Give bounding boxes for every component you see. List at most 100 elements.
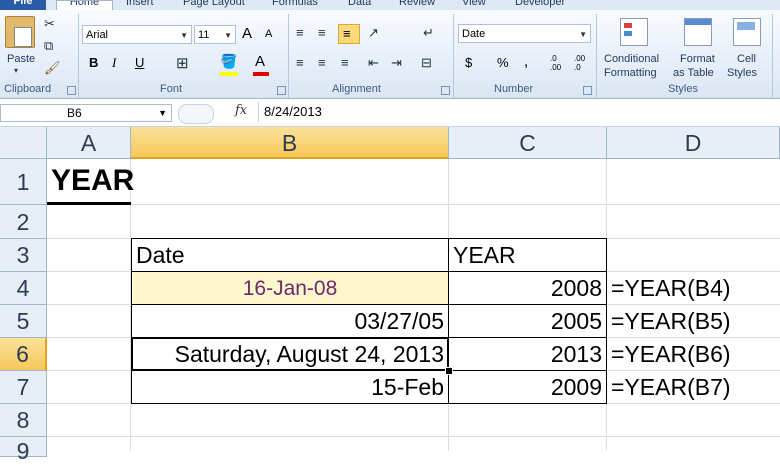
cell-a1[interactable]: YEAR xyxy=(51,161,134,201)
align-right-icon[interactable]: ≡ xyxy=(341,55,349,70)
column-header-d[interactable]: D xyxy=(607,127,780,159)
fill-handle[interactable] xyxy=(445,367,453,375)
tab-data[interactable]: Data xyxy=(348,0,371,8)
decrease-decimal-button[interactable]: .00 .0 xyxy=(574,54,592,72)
formula-bar-expander[interactable] xyxy=(178,104,214,124)
font-size-select[interactable]: 11 ▼ xyxy=(194,25,236,44)
row-header-3[interactable]: 3 xyxy=(0,239,47,272)
alignment-group-label: Alignment xyxy=(332,83,381,95)
tab-formulas[interactable]: Formulas xyxy=(272,0,318,8)
group-divider xyxy=(78,14,79,98)
row-header-7[interactable]: 7 xyxy=(0,371,47,404)
alignment-launcher-icon[interactable] xyxy=(441,86,450,95)
select-all-corner[interactable] xyxy=(0,127,47,159)
cell-d5[interactable]: =YEAR(B5) xyxy=(611,305,731,338)
tab-page-layout[interactable]: Page Layout xyxy=(183,0,245,8)
font-size-value: 11 xyxy=(198,29,210,41)
cell-styles-label-1[interactable]: Cell xyxy=(737,53,756,65)
orientation-icon[interactable]: ↗ xyxy=(368,25,379,41)
cell-d6[interactable]: =YEAR(B6) xyxy=(611,338,731,371)
decrease-indent-icon[interactable]: ⇤ xyxy=(368,55,379,71)
cell-b7[interactable]: 15-Feb xyxy=(132,371,448,404)
italic-button[interactable]: I xyxy=(112,55,116,71)
tab-insert[interactable]: Insert xyxy=(126,0,154,8)
increase-decimal-button[interactable]: .0 .00 xyxy=(550,54,568,72)
comma-button[interactable]: , xyxy=(524,53,528,70)
tab-file[interactable]: File xyxy=(0,0,46,10)
paste-icon[interactable] xyxy=(5,16,35,48)
conditional-formatting-label-2[interactable]: Formatting xyxy=(604,67,657,79)
font-name-select[interactable]: Arial ▼ xyxy=(82,25,192,44)
increase-indent-icon[interactable]: ⇥ xyxy=(391,55,402,71)
underline-button[interactable]: U xyxy=(135,55,144,70)
cell-styles-icon[interactable] xyxy=(733,18,761,46)
column-header-b[interactable]: B xyxy=(131,127,449,159)
row-header-5[interactable]: 5 xyxy=(0,305,47,338)
currency-button[interactable]: $ xyxy=(465,55,472,70)
cell-b3[interactable]: Date xyxy=(132,239,448,272)
gridline xyxy=(47,204,780,205)
cell-c5[interactable]: 2005 xyxy=(449,305,606,338)
align-bottom-button[interactable]: ≡ xyxy=(338,24,360,44)
font-color-swatch xyxy=(253,72,269,76)
row-header-1[interactable]: 1 xyxy=(0,159,47,205)
font-group-label: Font xyxy=(160,83,183,95)
row-header-2[interactable]: 2 xyxy=(0,205,47,239)
tab-review[interactable]: Review xyxy=(399,0,435,8)
insert-function-button[interactable]: fx xyxy=(235,103,247,118)
cell-c3[interactable]: YEAR xyxy=(449,239,606,272)
ribbon-tab-bar: File Home Insert Page Layout Formulas Da… xyxy=(0,0,780,10)
borders-icon[interactable]: ⊞ xyxy=(176,54,189,72)
tab-view[interactable]: View xyxy=(462,0,486,8)
name-box[interactable]: B6 ▼ xyxy=(0,104,172,122)
column-header-a[interactable]: A xyxy=(47,127,131,159)
conditional-formatting-icon[interactable] xyxy=(620,18,648,46)
percent-button[interactable]: % xyxy=(497,55,509,70)
row-header-8[interactable]: 8 xyxy=(0,404,47,437)
font-color-button[interactable]: A xyxy=(255,53,265,70)
row-header-4[interactable]: 4 xyxy=(0,272,47,305)
column-header-c[interactable]: C xyxy=(449,127,607,159)
wrap-text-icon[interactable]: ↵ xyxy=(423,25,434,41)
chevron-down-icon[interactable]: ▼ xyxy=(158,105,167,122)
cell-styles-label-2[interactable]: Styles xyxy=(727,67,757,79)
bold-button[interactable]: B xyxy=(89,55,98,70)
grow-font-button[interactable]: A xyxy=(242,25,252,42)
paste-button[interactable]: Paste xyxy=(7,53,35,65)
format-as-table-icon[interactable] xyxy=(684,18,712,46)
cell-c4[interactable]: 2008 xyxy=(449,272,606,305)
cell-b4[interactable]: 16-Jan-08 xyxy=(132,272,448,305)
group-divider xyxy=(596,14,597,98)
align-middle-icon[interactable]: ≡ xyxy=(318,25,326,40)
tab-home[interactable]: Home xyxy=(56,0,113,10)
shrink-font-button[interactable]: A xyxy=(265,28,272,40)
format-painter-icon[interactable]: 🖌 xyxy=(44,60,61,76)
paste-dropdown-icon[interactable]: ▾ xyxy=(14,66,18,75)
align-top-icon[interactable]: ≡ xyxy=(296,25,304,40)
font-launcher-icon[interactable] xyxy=(277,86,286,95)
align-left-icon[interactable]: ≡ xyxy=(296,55,304,70)
cut-icon[interactable]: ✂ xyxy=(44,16,55,32)
fill-color-icon[interactable]: 🪣 xyxy=(220,53,237,70)
gridline xyxy=(47,436,780,437)
cell-c6[interactable]: 2013 xyxy=(449,338,606,371)
conditional-formatting-label-1[interactable]: Conditional xyxy=(604,53,659,65)
number-launcher-icon[interactable] xyxy=(583,86,592,95)
chevron-down-icon: ▼ xyxy=(579,30,587,39)
a1-bottom-border xyxy=(47,202,131,205)
align-center-icon[interactable]: ≡ xyxy=(318,55,326,70)
clipboard-launcher-icon[interactable] xyxy=(67,86,76,95)
row-header-6[interactable]: 6 xyxy=(0,338,47,371)
number-format-select[interactable]: Date ▼ xyxy=(458,24,591,43)
merge-center-icon[interactable]: ⊟ xyxy=(421,55,432,71)
copy-icon[interactable]: ⧉ xyxy=(44,38,53,54)
format-as-table-label-2[interactable]: as Table xyxy=(673,67,714,79)
cell-d4[interactable]: =YEAR(B4) xyxy=(611,272,731,305)
formula-input[interactable]: 8/24/2013 xyxy=(258,102,778,122)
format-as-table-label-1[interactable]: Format xyxy=(680,53,715,65)
cell-d7[interactable]: =YEAR(B7) xyxy=(611,371,731,404)
tab-developer[interactable]: Developer xyxy=(515,0,565,8)
cell-b5[interactable]: 03/27/05 xyxy=(132,305,448,338)
row-header-9[interactable]: 9 xyxy=(0,437,47,464)
cell-c7[interactable]: 2009 xyxy=(449,371,606,404)
